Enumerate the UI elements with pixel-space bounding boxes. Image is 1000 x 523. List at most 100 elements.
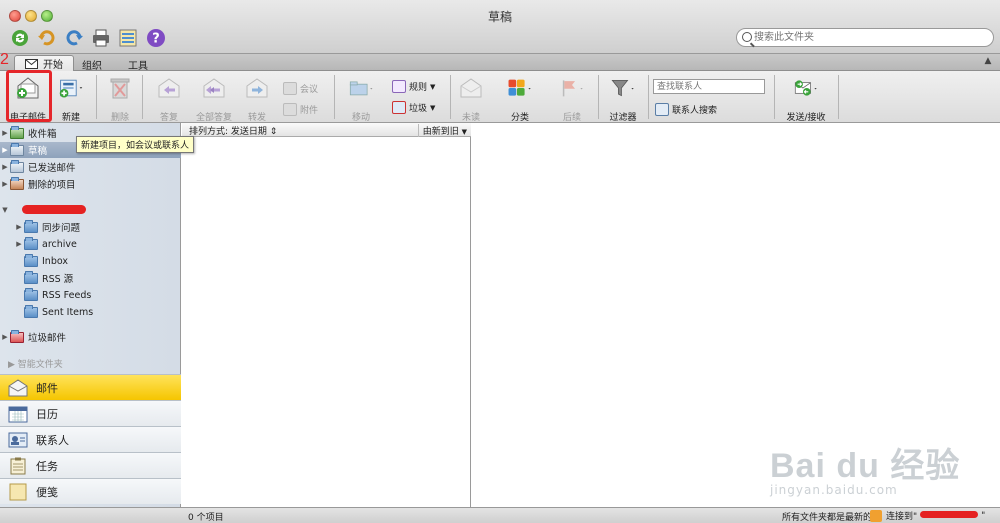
attachment-label: 附件 [300,106,319,116]
folder-rss-feeds[interactable]: RSS Feeds [0,287,181,303]
contact-search-button[interactable]: 联系人搜索 [655,103,717,116]
junk-label: 垃圾 [409,104,428,114]
categorize-button[interactable]: 分类 [500,75,540,123]
send-receive-button[interactable]: 发送/接收 [784,75,828,123]
folder-junk[interactable]: ▶ 垃圾邮件 [0,329,181,345]
rules-button[interactable]: 规则 ▼ [392,80,435,93]
nav-contacts[interactable]: 联系人 [0,426,181,452]
calendar-icon [8,406,28,422]
move-button[interactable]: 移动 [342,75,380,123]
smart-folders-header[interactable]: ▶ 智能文件夹 [8,357,63,370]
contact-search-label: 联系人搜索 [672,106,718,116]
expand-arrow-icon[interactable]: ▶ [0,180,10,188]
trash-icon [110,78,130,99]
attachment-button[interactable]: 附件 [283,103,318,116]
folder-deleted-label: 删除的项目 [28,180,76,191]
junk-icon [10,329,24,343]
sort-arrows-icon: ⇕ [269,127,278,137]
chevron-down-icon: ▼ [430,103,436,112]
folder-sidebar: ▶ 收件箱 ▶ 草稿 ▶ 已发送邮件 ▶ 删除的项目 ▼ ▶ 同步问题 ▶ ar… [0,123,181,507]
junk-button[interactable]: 垃圾 ▼ [392,101,435,114]
print-icon[interactable] [90,27,112,49]
tab-tools[interactable]: 工具 [118,55,158,72]
delete-button[interactable]: 删除 [104,75,136,123]
item-count: 0 个项目 [188,513,224,523]
meeting-button[interactable]: 会议 [283,82,318,95]
tab-home[interactable]: 开始 [14,55,74,71]
smart-folders-label: 智能文件夹 [17,360,63,370]
meeting-label: 会议 [300,85,319,95]
chevron-down-icon: ▼ [430,82,436,91]
send-receive-label: 发送/接收 [786,113,826,123]
folder-sent-label: 已发送邮件 [28,163,76,174]
unread-button[interactable]: 未读 [456,75,486,123]
ribbon-tabs: 开始 组织 工具 ▲ [0,54,1000,72]
folder-rss-feeds-label: RSS Feeds [42,289,92,301]
forward-button[interactable]: 转发 [242,75,272,123]
folder-archive-label: archive [42,238,77,250]
annotation-number-2: 2 [0,51,9,68]
search-field[interactable] [736,28,994,47]
tab-home-label: 开始 [43,60,63,71]
folder-sent-items[interactable]: Sent Items [0,304,181,320]
expand-arrow-icon[interactable]: ▶ [0,129,10,137]
followup-label: 后续 [562,113,581,123]
find-contact-input[interactable] [653,79,765,94]
folder-sync-issues-label: 同步问题 [42,223,81,234]
tab-organize[interactable]: 组织 [72,55,112,72]
filter-icon [611,79,634,97]
nav-notes-label: 便笺 [36,485,58,499]
folder-deleted[interactable]: ▶ 删除的项目 [0,176,181,192]
sync-icon[interactable] [9,27,31,49]
envelope-icon [25,58,38,69]
nav-calendar[interactable]: 日历 [0,400,181,426]
expand-arrow-icon[interactable]: ▶ [14,240,24,248]
filter-button[interactable]: 过滤器 [604,75,642,123]
search-input[interactable] [754,30,984,45]
view-icon[interactable] [117,27,139,49]
flag-icon [562,80,583,97]
search-icon [742,32,752,42]
redacted-account-name [22,205,86,214]
nav-mail[interactable]: 邮件 [0,374,181,400]
reply-button[interactable]: 答复 [154,75,184,123]
folder-archive[interactable]: ▶ archive [0,236,181,252]
help-icon[interactable]: ? [145,27,167,49]
new-item-icon [59,79,83,98]
rules-label: 规则 [409,83,428,93]
window-title: 草稿 [487,10,512,24]
attachment-icon [283,103,297,116]
expand-arrow-icon[interactable]: ▶ [14,223,24,231]
new-item-button[interactable]: 新建 [53,75,89,123]
folder-icon [24,270,38,284]
tasks-icon [10,457,26,474]
sort-order-control[interactable]: 由新到旧 ▼ [417,124,467,137]
folder-sent[interactable]: ▶ 已发送邮件 [0,159,181,175]
sync-status: 所有文件夹都是最新的。 [782,513,882,523]
folder-junk-label: 垃圾邮件 [28,333,67,344]
sort-order-label: 由新到旧 [422,127,459,137]
chevron-down-icon: ▼ [461,128,467,136]
send-receive-icon [794,80,817,96]
folder-account-inbox[interactable]: Inbox [0,253,181,269]
message-list[interactable]: 排列方式: 发送日期 ⇕ 由新到旧 ▼ [182,123,471,507]
collapse-ribbon-button[interactable]: ▲ [982,56,994,68]
redo-icon[interactable] [63,27,85,49]
nav-notes[interactable]: 便笺 [0,478,181,504]
folder-rss-cn[interactable]: RSS 源 [0,270,181,286]
undo-icon[interactable] [36,27,58,49]
nav-tasks[interactable]: 任务 [0,452,181,478]
collapse-arrow-icon[interactable]: ▼ [0,206,10,214]
sort-by-control[interactable]: 排列方式: 发送日期 ⇕ [189,124,277,137]
categorize-icon [508,79,531,96]
followup-button[interactable]: 后续 [552,75,592,123]
expand-arrow-icon[interactable]: ▶ [0,333,10,341]
expand-arrow-icon[interactable]: ▶ [0,146,10,154]
folder-sync-issues[interactable]: ▶ 同步问题 [0,219,181,235]
unread-icon [460,78,482,98]
expand-arrow-icon[interactable]: ▶ [0,163,10,171]
reply-all-button[interactable]: 全部答复 [194,75,234,123]
meeting-icon [283,82,297,95]
delete-label: 删除 [110,113,129,123]
move-label: 移动 [351,113,370,123]
